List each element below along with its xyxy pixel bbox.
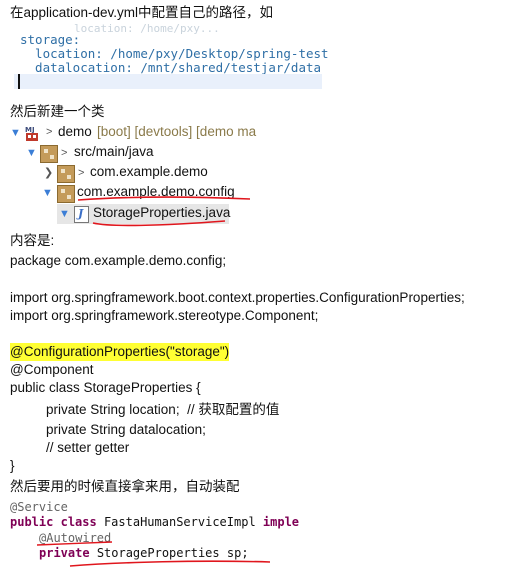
red-annotation-marks bbox=[36, 196, 271, 567]
underline-java-file bbox=[92, 220, 226, 227]
underline-field-line bbox=[69, 560, 271, 567]
underline-config-package bbox=[77, 196, 251, 201]
underline-autowired bbox=[36, 541, 113, 546]
